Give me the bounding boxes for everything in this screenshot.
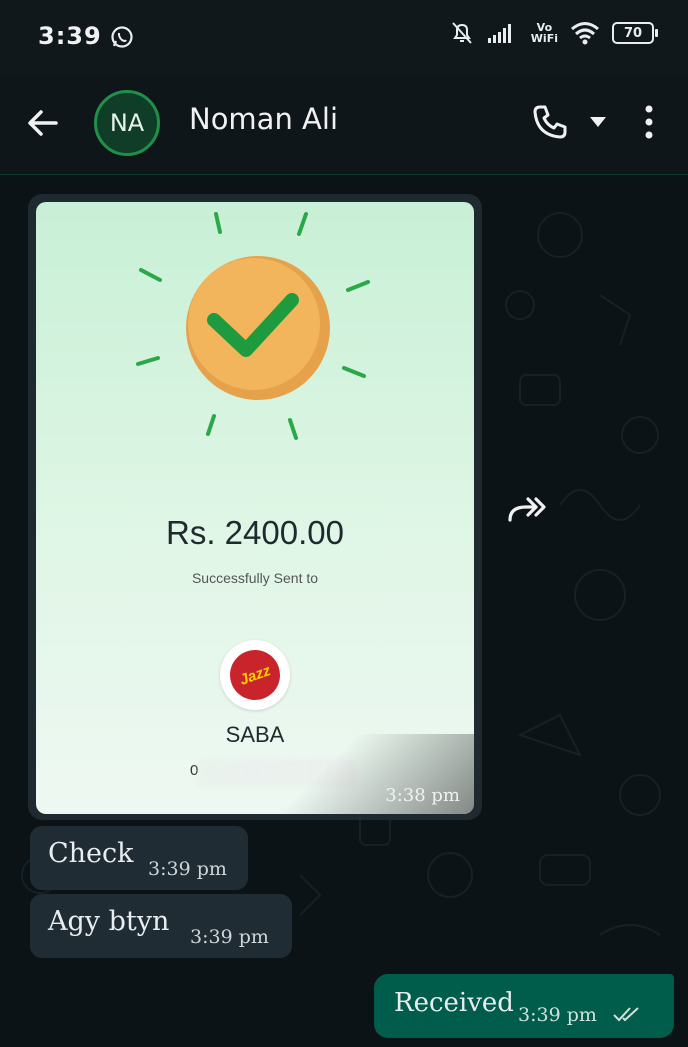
forward-icon[interactable]: [506, 494, 548, 524]
dropdown-icon[interactable]: [589, 116, 607, 128]
success-badge-icon: [136, 212, 370, 440]
status-bar: 3:39 Vo WiFi 70: [0, 0, 688, 76]
vowifi-bottom: WiFi: [530, 32, 558, 45]
jazz-logo: Jazz: [220, 640, 290, 710]
whatsapp-icon: [111, 26, 133, 48]
message-time: 3:38 pm: [385, 785, 460, 806]
notifications-off-icon: [452, 22, 472, 44]
avatar[interactable]: NA: [94, 90, 160, 156]
status-icons: Vo WiFi 70: [449, 20, 658, 46]
vowifi-indicator: Vo WiFi: [531, 22, 558, 44]
call-icon[interactable]: [530, 102, 570, 142]
chat-header: NA Noman Ali: [0, 76, 688, 175]
message-bubble-incoming[interactable]: Agy btyn 3:39 pm: [30, 894, 292, 958]
back-arrow-icon[interactable]: [24, 104, 62, 142]
message-time: 3:39 pm: [518, 1004, 597, 1026]
message-time: 3:39 pm: [148, 858, 227, 880]
payment-receipt-image[interactable]: Rs. 2400.00 Successfully Sent to Jazz SA…: [36, 202, 474, 814]
message-text: Agy btyn: [48, 906, 170, 937]
signal-icon: [487, 24, 511, 43]
wifi-icon: [571, 22, 599, 45]
message-text: Check: [48, 838, 134, 869]
payment-status: Successfully Sent to: [191, 570, 319, 586]
message-time: 3:39 pm: [190, 926, 269, 948]
more-menu-icon[interactable]: [640, 102, 658, 142]
message-bubble-outgoing[interactable]: Received 3:39 pm: [374, 974, 674, 1038]
message-text: Received: [394, 988, 514, 1018]
double-check-icon: [613, 1007, 639, 1022]
payment-amount: Rs. 2400.00: [166, 514, 344, 551]
battery-icon: 70: [612, 22, 658, 44]
message-bubble-incoming[interactable]: Check 3:39 pm: [30, 826, 248, 890]
jazz-logo-text: Jazz: [222, 642, 288, 708]
contact-name[interactable]: Noman Ali: [189, 102, 338, 136]
status-time: 3:39: [38, 22, 102, 50]
